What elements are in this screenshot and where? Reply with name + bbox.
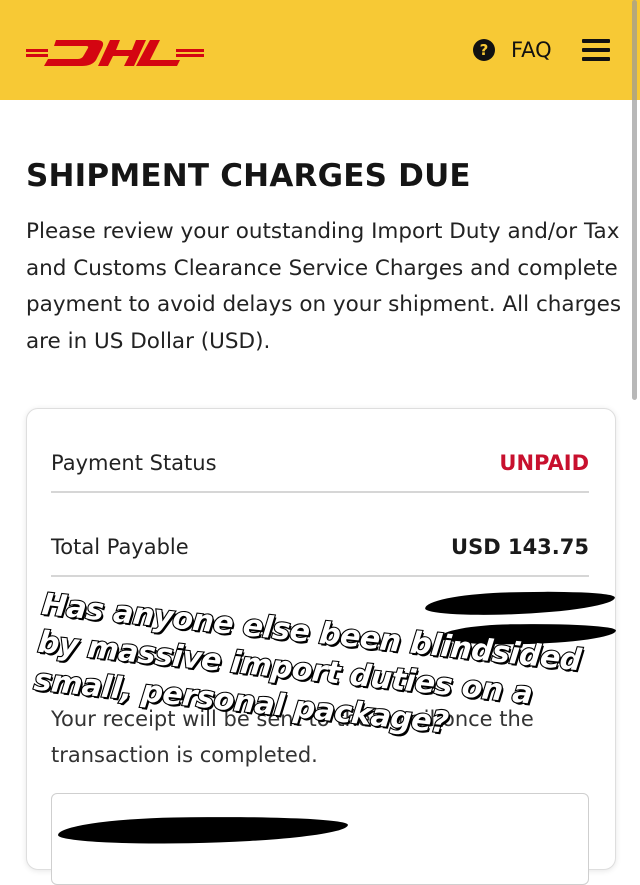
top-header-bar: ? FAQ [0,0,640,100]
question-circle-icon[interactable]: ? [473,39,495,61]
payment-status-label: Payment Status [51,451,217,475]
faq-link[interactable]: FAQ [511,38,552,62]
scrollbar[interactable] [632,0,637,400]
page-title: SHIPMENT CHARGES DUE [26,158,471,194]
intro-text: Please review your outstanding Import Du… [26,219,622,354]
hamburger-menu-icon[interactable] [582,39,610,61]
payment-status-row: Payment Status UNPAID [51,409,589,493]
dhl-logo[interactable] [26,28,206,74]
total-payable-row: Total Payable USD 143.75 [51,493,589,577]
status-badge: UNPAID [499,451,589,475]
total-payable-label: Total Payable [51,535,189,559]
total-payable-amount: USD 143.75 [451,535,589,559]
